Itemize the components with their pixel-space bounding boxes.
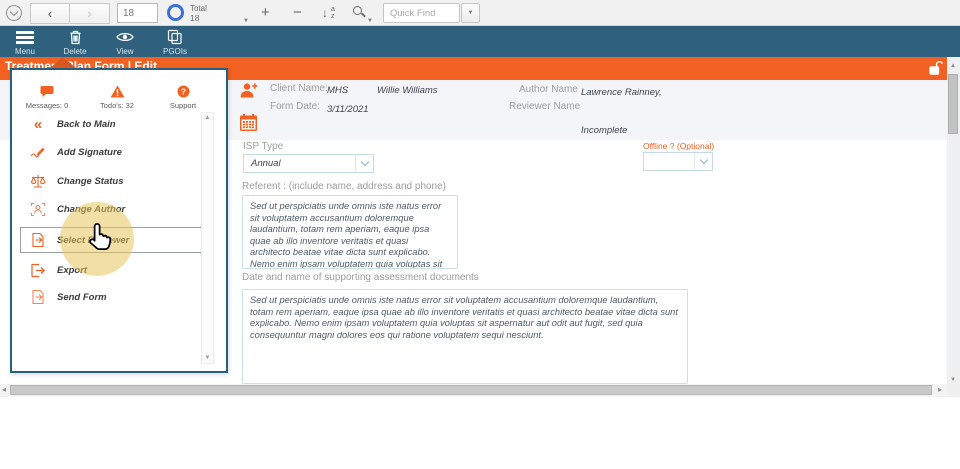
warning-triangle-icon [82,84,152,98]
panel-scrollbar[interactable]: ▲ ▼ [201,112,214,364]
messages-stat[interactable]: Messages: 0 [12,84,82,110]
prev-page-button[interactable]: ‹ [30,3,70,24]
caret-down-icon: ▼ [468,10,474,16]
document-arrow-icon [30,232,46,248]
ribbon-item-delete[interactable]: Delete [50,29,100,56]
status-text: Incomplete [581,125,627,136]
double-chevron-left-icon: « [30,116,46,132]
scroll-down-icon[interactable]: ▼ [202,355,213,361]
sort-button[interactable]: ↓ a z [322,6,340,21]
total-dropdown-caret[interactable]: ▼ [243,18,249,24]
referent-label: Referent : (include name, address and ph… [242,181,446,192]
form-date-label: Form Date: [270,101,320,112]
progress-ring-icon [167,4,184,21]
client-name-value: MHS [327,85,348,96]
page-number-input[interactable] [117,3,158,23]
popup-callout-arrow [50,57,76,68]
ribbon-item-view[interactable]: View [100,29,150,56]
search-dropdown-caret[interactable]: ▼ [367,18,373,24]
client-full-name: Willie Williams [377,85,438,96]
chevron-right-icon: › [87,6,91,21]
scroll-right-icon[interactable]: ▸ [938,387,942,393]
message-bubble-icon [12,84,82,98]
minus-icon: − [293,4,302,21]
quick-find-input[interactable] [383,3,460,23]
eye-icon [100,29,150,45]
pages-stack-icon [150,29,200,45]
scroll-up-icon[interactable]: ▲ [202,115,213,121]
ribbon-item-menu[interactable]: Menu [0,29,50,56]
isp-type-dropdown-button[interactable] [355,155,373,172]
signature-pen-icon [30,144,46,160]
horizontal-scrollbar-thumb[interactable] [10,385,932,395]
chevron-down-icon [699,156,707,164]
quick-find-dropdown-button[interactable]: ▼ [461,3,480,23]
form-date-value: 3/11/2021 [327,104,369,115]
scrollbar-corner [947,384,960,397]
support-stat[interactable]: ? Support [148,84,218,110]
offline-select[interactable] [643,152,713,171]
client-name-label: Client Name: [270,83,328,94]
zoom-in-button[interactable]: + [261,6,270,20]
trash-icon [50,29,100,45]
scroll-down-icon[interactable]: ▼ [950,377,956,383]
svg-text:?: ? [180,86,185,96]
supporting-docs-label: Date and name of supporting assessment d… [242,272,479,283]
menu-item-change-status[interactable]: Change Status [12,169,202,193]
search-button[interactable] [353,6,366,16]
question-circle-icon: ? [148,84,218,98]
supporting-docs-textarea[interactable]: Sed ut perspiciatis unde omnis iste natu… [242,289,688,384]
menu-item-add-signature[interactable]: Add Signature [12,140,202,164]
isp-type-select[interactable]: Annual [243,154,374,173]
offline-label: Offline ? (Optional) [643,141,714,151]
plus-icon: + [261,4,270,21]
sort-z-label: z [331,13,335,20]
author-name-label: Author Name [519,84,578,95]
hand-cursor-icon [84,219,114,260]
zoom-out-button[interactable]: − [293,6,302,20]
author-name-value: Lawrence Rainney, [581,87,662,98]
chevron-down-icon [10,8,18,16]
vertical-scrollbar-thumb[interactable] [948,74,958,134]
send-document-icon [30,289,46,305]
person-brackets-icon [30,201,46,217]
chevron-left-icon: ‹ [48,6,52,21]
menu-item-send-form[interactable]: Send Form [12,285,202,309]
referent-textarea[interactable]: Sed ut perspiciatis unde omnis iste natu… [242,195,458,269]
sort-arrow-icon: ↓ [322,6,328,20]
app-window: ‹ › Total 18 ▼ + − ↓ a z ▼ ▼ Menu Delete… [0,0,960,469]
offline-value [644,153,694,170]
sort-a-label: a [331,6,335,13]
calendar-icon[interactable] [239,113,258,137]
todos-stat[interactable]: Todo's: 32 [82,84,152,110]
scales-icon [30,173,46,189]
scroll-left-icon[interactable]: ◂ [2,387,6,393]
total-value: 18 [190,13,199,23]
client-person-icon [239,82,258,105]
next-page-button[interactable]: › [70,3,110,24]
collapse-toolbar-button[interactable] [6,5,22,21]
export-icon [30,262,46,278]
ribbon-item-pgois[interactable]: PGOIs [150,29,200,56]
total-label: Total [190,4,207,13]
chevron-down-icon [360,158,368,166]
scroll-up-icon[interactable]: ▲ [950,63,956,69]
isp-type-value: Annual [244,155,355,172]
offline-dropdown-button[interactable] [694,153,712,170]
menu-item-back-to-main[interactable]: « Back to Main [12,112,202,136]
page-nav-group: ‹ › [30,3,110,24]
hamburger-menu-icon [0,29,50,45]
unlock-icon[interactable] [928,60,943,81]
isp-type-label: ISP Type [243,141,283,152]
reviewer-name-label: Reviewer Name [509,101,580,112]
